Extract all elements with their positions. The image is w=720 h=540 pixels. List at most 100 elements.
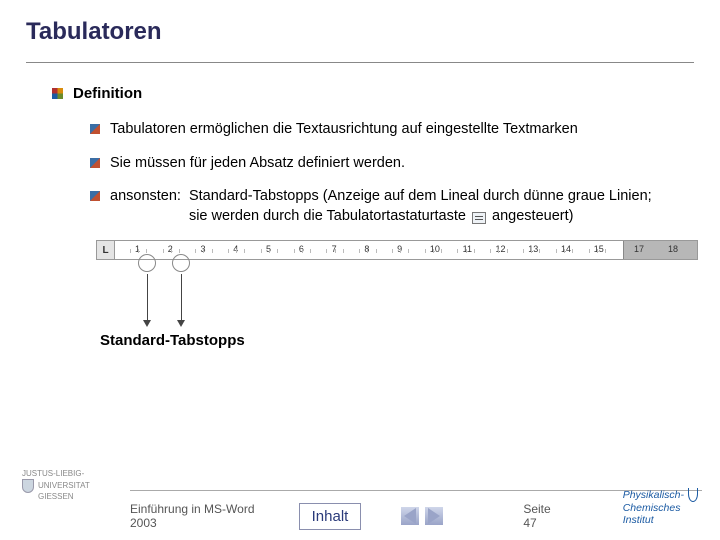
flask-icon bbox=[688, 488, 698, 502]
ruler-tick-label: 17 bbox=[634, 244, 644, 254]
ruler-subtick bbox=[376, 249, 377, 253]
ruler-subtick bbox=[556, 249, 557, 253]
ruler-scale: 123456789101112131415 bbox=[115, 241, 623, 259]
ruler-subtick bbox=[597, 249, 598, 253]
ruler-subtick bbox=[310, 249, 311, 253]
bullet-major-icon bbox=[52, 88, 63, 99]
nav-next-button[interactable] bbox=[425, 507, 443, 525]
ruler-subtick bbox=[302, 249, 303, 253]
ruler-subtick bbox=[531, 249, 532, 253]
ruler-subtick bbox=[269, 249, 270, 253]
ruler-subtick bbox=[466, 249, 467, 253]
list-item-text: Sie müssen für jeden Absatz definiert we… bbox=[110, 154, 694, 174]
ruler-subtick bbox=[441, 249, 442, 253]
uni-line: UNIVERSITAT bbox=[38, 482, 90, 491]
page-title: Tabulatoren bbox=[26, 18, 694, 56]
ruler-subtick bbox=[294, 249, 295, 253]
bullet-minor-icon bbox=[90, 191, 100, 201]
ruler-callouts: Standard-Tabstopps bbox=[96, 260, 694, 350]
ruler-subtick bbox=[605, 249, 606, 253]
inst-line: Institut bbox=[623, 514, 698, 526]
footer: JUSTUS-LIEBIG- UNIVERSITAT GIESSEN Einfü… bbox=[0, 484, 720, 540]
footer-doc-title: Einführung in MS-Word 2003 bbox=[130, 502, 259, 530]
ruler-subtick bbox=[457, 249, 458, 253]
ansonsten-text-after: angesteuert) bbox=[492, 208, 573, 224]
ansonsten-text: Standard-Tabstopps (Anzeige auf dem Line… bbox=[189, 187, 694, 226]
callout-arrow-line bbox=[147, 274, 148, 320]
ruler-subtick bbox=[564, 249, 565, 253]
ruler-subtick bbox=[367, 249, 368, 253]
uni-line: GIESSEN bbox=[38, 493, 90, 502]
ruler-subtick bbox=[359, 249, 360, 253]
ruler-tick-label: 13 bbox=[528, 244, 538, 254]
ruler-subtick bbox=[261, 249, 262, 253]
list-item: Tabulatoren ermöglichen die Textausricht… bbox=[90, 120, 694, 140]
inst-line: Physikalisch- bbox=[623, 489, 684, 501]
ruler-subtick bbox=[572, 249, 573, 253]
ruler-subtick bbox=[507, 249, 508, 253]
shield-icon bbox=[22, 479, 34, 493]
ruler-tick-label: 18 bbox=[668, 244, 678, 254]
nav-prev-button[interactable] bbox=[401, 507, 419, 525]
ruler-subtick bbox=[236, 249, 237, 253]
ruler-tick-label: 11 bbox=[463, 244, 472, 254]
ruler-subtick bbox=[335, 249, 336, 253]
ruler-subtick bbox=[212, 249, 213, 253]
ruler-subtick bbox=[203, 249, 204, 253]
callout-circle-icon bbox=[172, 254, 190, 272]
ruler-subtick bbox=[474, 249, 475, 253]
ruler-subtick bbox=[392, 249, 393, 253]
bullet-minor-icon bbox=[90, 158, 100, 168]
ruler-subtick bbox=[195, 249, 196, 253]
ruler-subtick bbox=[171, 249, 172, 253]
ruler-tab-selector[interactable]: L bbox=[97, 241, 115, 259]
ruler-subtick bbox=[433, 249, 434, 253]
ruler-tick-label: 14 bbox=[561, 244, 571, 254]
ruler-tick-label: 15 bbox=[594, 244, 604, 254]
ruler-subtick bbox=[326, 249, 327, 253]
contents-button[interactable]: Inhalt bbox=[299, 503, 362, 530]
callout-label: Standard-Tabstopps bbox=[100, 332, 245, 349]
list-item-text: Tabulatoren ermöglichen die Textausricht… bbox=[110, 120, 694, 140]
ruler-subtick bbox=[589, 249, 590, 253]
uni-line: JUSTUS-LIEBIG- bbox=[22, 470, 90, 479]
list-item: Sie müssen für jeden Absatz definiert we… bbox=[90, 154, 694, 174]
ruler-subtick bbox=[228, 249, 229, 253]
ruler-subtick bbox=[408, 249, 409, 253]
ruler-subtick bbox=[343, 249, 344, 253]
ruler-subtick bbox=[138, 249, 139, 253]
ruler-subtick bbox=[523, 249, 524, 253]
university-logo: JUSTUS-LIEBIG- UNIVERSITAT GIESSEN bbox=[22, 470, 90, 502]
inst-line: Chemisches bbox=[623, 502, 698, 514]
callout-arrow-head-icon bbox=[143, 320, 151, 327]
ruler-subtick bbox=[277, 249, 278, 253]
institute-logo: Physikalisch- Chemisches Institut bbox=[623, 488, 698, 526]
list-item: ansonsten: Standard-Tabstopps (Anzeige a… bbox=[90, 187, 694, 226]
callout-circle-icon bbox=[138, 254, 156, 272]
tab-key-icon bbox=[472, 212, 486, 224]
ruler-subtick bbox=[400, 249, 401, 253]
triangle-left-icon bbox=[404, 508, 416, 524]
ansonsten-label: ansonsten: bbox=[110, 187, 181, 226]
ruler-subtick bbox=[244, 249, 245, 253]
ruler-subtick bbox=[425, 249, 426, 253]
ruler-inactive-region: 1718 bbox=[623, 241, 697, 259]
ruler-subtick bbox=[146, 249, 147, 253]
triangle-right-icon bbox=[428, 508, 440, 524]
ruler-subtick bbox=[498, 249, 499, 253]
callout-arrow-line bbox=[181, 274, 182, 320]
ruler-tick-label: 12 bbox=[495, 244, 505, 254]
section-row: Definition bbox=[52, 85, 694, 102]
section-label: Definition bbox=[73, 85, 142, 102]
bullet-minor-icon bbox=[90, 124, 100, 134]
footer-divider bbox=[130, 490, 702, 491]
ruler-subtick bbox=[163, 249, 164, 253]
ruler-subtick bbox=[179, 249, 180, 253]
ansonsten-text-before: Standard-Tabstopps (Anzeige auf dem Line… bbox=[189, 188, 652, 224]
ruler-subtick bbox=[130, 249, 131, 253]
ruler-subtick bbox=[539, 249, 540, 253]
page-number: Seite 47 bbox=[523, 502, 560, 530]
ruler-subtick bbox=[490, 249, 491, 253]
title-divider bbox=[26, 62, 694, 63]
callout-arrow-head-icon bbox=[177, 320, 185, 327]
